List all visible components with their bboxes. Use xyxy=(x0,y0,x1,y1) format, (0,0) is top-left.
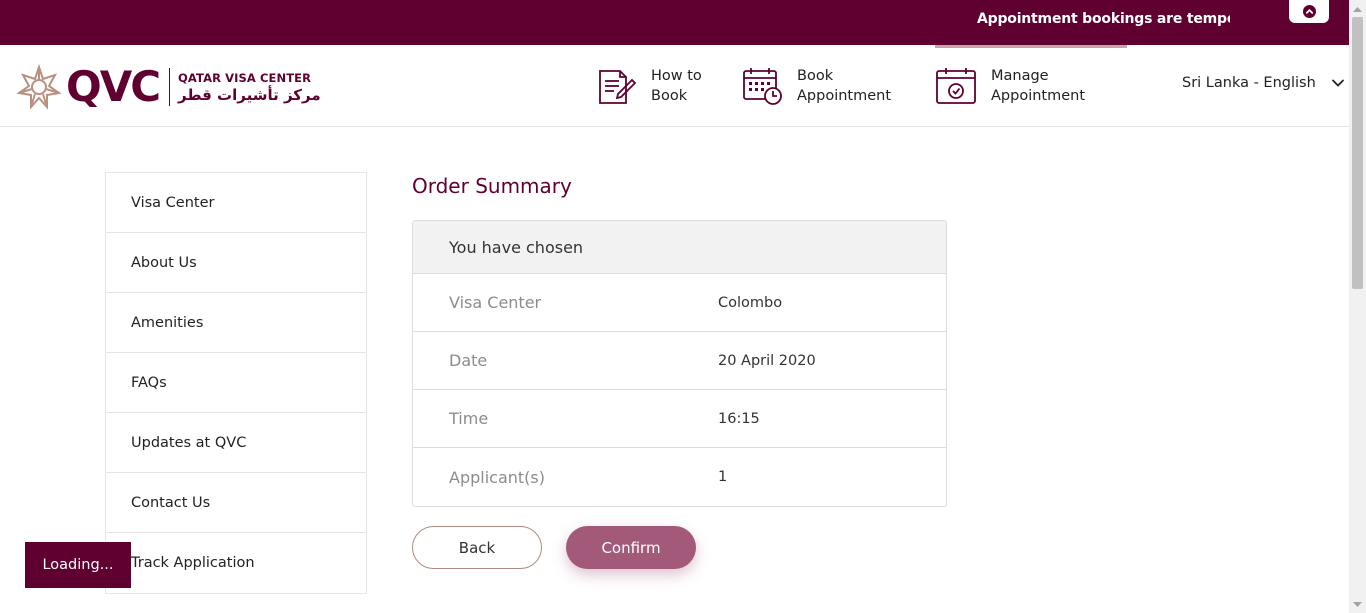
summary-value: Colombo xyxy=(718,294,783,311)
nav-label: Book Appointment xyxy=(797,66,907,106)
calendar-check-icon xyxy=(936,68,976,104)
logo-text: QATAR VISA CENTER مركز تأشيرات قطر xyxy=(178,71,321,104)
summary-key: Visa Center xyxy=(449,293,542,312)
logo-name-ar: مركز تأشيرات قطر xyxy=(178,85,321,104)
sidebar-item-track-application[interactable]: Track Application xyxy=(106,533,366,593)
announcement-banner: Appointment bookings are tempora xyxy=(0,0,1349,45)
summary-value: 1 xyxy=(718,469,728,485)
summary-value: 20 April 2020 xyxy=(718,352,816,369)
summary-row: Time 16:15 xyxy=(413,390,946,448)
language-label: Sri Lanka - English xyxy=(1182,75,1316,91)
nav-label-line1: How to xyxy=(651,68,702,84)
sidebar-item-contact-us[interactable]: Contact Us xyxy=(106,473,366,533)
nav-book-appointment[interactable]: Book Appointment xyxy=(741,45,907,127)
nav-label-line2: Book xyxy=(651,88,688,104)
summary-key: Time xyxy=(449,409,489,428)
nav-how-to-book[interactable]: How to Book xyxy=(595,45,761,127)
scroll-up-arrow-icon[interactable] xyxy=(1349,0,1366,17)
site-header: QVC QATAR VISA CENTER مركز تأشيرات قطر H… xyxy=(0,45,1349,127)
sidebar-menu: Visa Center About Us Amenities FAQs Upda… xyxy=(105,172,367,594)
summary-key: Applicant(s) xyxy=(449,467,545,487)
summary-value: 16:15 xyxy=(718,410,760,427)
collapse-banner-button[interactable] xyxy=(1289,0,1329,23)
order-summary-card: You have chosen Visa Center Colombo Date… xyxy=(412,220,947,507)
document-pen-icon xyxy=(599,70,637,104)
nav-label-line1: Book xyxy=(797,68,834,84)
summary-row: Visa Center Colombo xyxy=(413,274,946,332)
sidebar-item-updates[interactable]: Updates at QVC xyxy=(106,413,366,473)
confirm-button[interactable]: Confirm xyxy=(566,526,696,569)
announcement-text: Appointment bookings are tempora xyxy=(977,11,1230,27)
page-title: Order Summary xyxy=(412,174,572,198)
nav-label-line2: Appointment xyxy=(797,88,892,104)
nav-label: Manage Appointment xyxy=(991,66,1101,106)
qvc-logo[interactable]: QVC QATAR VISA CENTER مركز تأشيرات قطر xyxy=(16,62,321,112)
logo-wordmark: QVC xyxy=(66,62,161,111)
sidebar-item-faqs[interactable]: FAQs xyxy=(106,353,366,413)
sidebar-item-visa-center[interactable]: Visa Center xyxy=(106,173,366,233)
scroll-down-arrow-icon[interactable] xyxy=(1349,596,1366,613)
language-selector[interactable]: Sri Lanka - English xyxy=(1182,72,1345,94)
star-emblem-icon xyxy=(16,64,62,110)
sidebar-item-about-us[interactable]: About Us xyxy=(106,233,366,293)
logo-divider xyxy=(169,68,171,106)
sidebar-item-amenities[interactable]: Amenities xyxy=(106,293,366,353)
summary-key: Date xyxy=(449,351,488,370)
summary-row: Date 20 April 2020 xyxy=(413,332,946,390)
chevron-up-icon xyxy=(1302,5,1316,18)
nav-manage-appointment[interactable]: Manage Appointment xyxy=(935,45,1101,127)
nav-label-line1: Manage xyxy=(991,68,1049,84)
page-scrollbar[interactable] xyxy=(1349,0,1366,613)
scrollbar-thumb[interactable] xyxy=(1352,17,1363,289)
back-button[interactable]: Back xyxy=(412,526,542,569)
loading-indicator: Loading... xyxy=(25,542,131,588)
nav-label-line2: Appointment xyxy=(991,88,1086,104)
calendar-clock-icon xyxy=(743,68,782,105)
summary-header: You have chosen xyxy=(413,221,946,274)
logo-name-en: QATAR VISA CENTER xyxy=(178,70,312,85)
summary-row: Applicant(s) 1 xyxy=(413,448,946,506)
chevron-down-icon xyxy=(1331,79,1344,87)
